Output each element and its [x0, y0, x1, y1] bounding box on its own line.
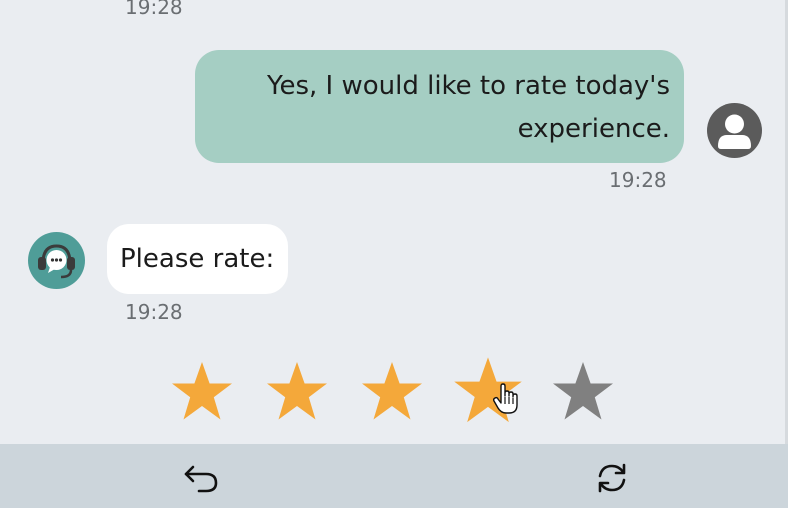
chat-area: 19:28 Yes, I would like to rate today's … [0, 0, 785, 444]
refresh-icon [598, 463, 626, 493]
star-icon[interactable] [265, 360, 329, 422]
message-timestamp: 19:28 [609, 168, 667, 192]
user-message-bubble: Yes, I would like to rate today's experi… [195, 50, 684, 163]
hand-pointer-icon [493, 383, 518, 414]
refresh-button[interactable] [592, 458, 632, 498]
support-agent-icon [28, 232, 85, 289]
star-icon[interactable] [170, 360, 234, 422]
bot-message-bubble: Please rate: [107, 224, 288, 294]
star-icon[interactable] [360, 360, 424, 422]
message-timestamp: 19:28 [125, 0, 183, 19]
back-button[interactable] [181, 458, 221, 498]
user-message-line: Yes, I would like to rate today's [267, 71, 670, 101]
footer-toolbar [0, 444, 788, 508]
bot-message-text: Please rate: [120, 244, 275, 274]
back-arrow-icon [184, 465, 218, 493]
user-message-line: experience. [517, 114, 670, 144]
star-icon[interactable] [551, 360, 615, 422]
star-rating [170, 355, 620, 427]
message-timestamp: 19:28 [125, 300, 183, 324]
user-avatar-icon [707, 103, 762, 158]
